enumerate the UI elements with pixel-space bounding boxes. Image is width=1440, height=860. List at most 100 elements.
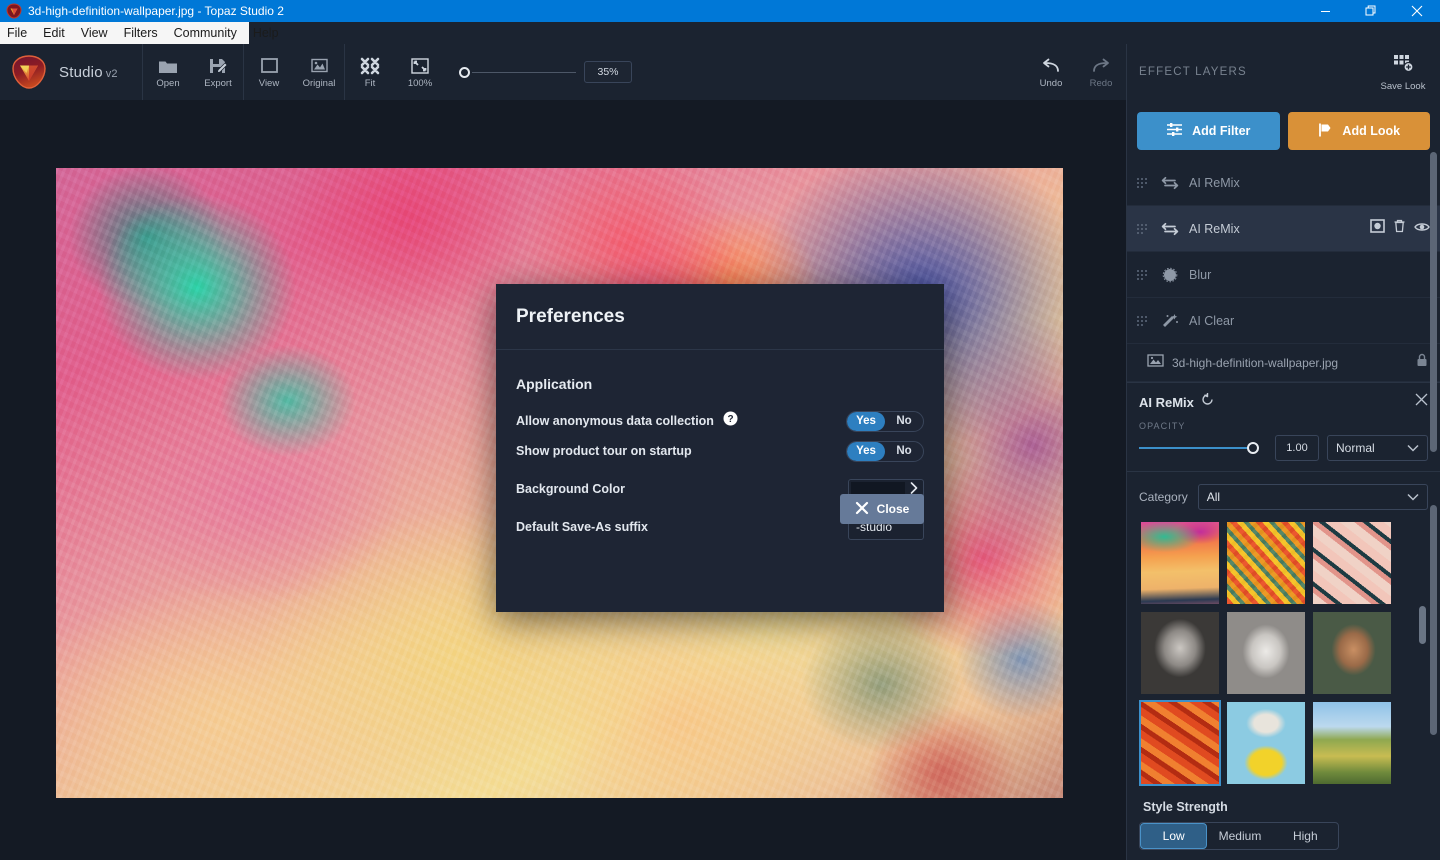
style-strength-high[interactable]: High xyxy=(1273,823,1338,849)
brand-version: v2 xyxy=(105,67,118,80)
undo-button[interactable]: Undo xyxy=(1026,44,1076,100)
style-thumbnail-art xyxy=(1141,702,1219,784)
style-thumbnail[interactable] xyxy=(1139,520,1221,606)
effect-close-icon[interactable] xyxy=(1415,393,1428,411)
help-icon[interactable]: ? xyxy=(723,411,738,431)
toggle-yes[interactable]: Yes xyxy=(847,411,885,431)
style-thumbnail[interactable] xyxy=(1225,520,1307,606)
add-look-button[interactable]: Add Look xyxy=(1287,112,1430,150)
drag-handle-icon[interactable] xyxy=(1137,269,1149,280)
ai-clear-icon xyxy=(1157,313,1183,329)
style-strength-medium[interactable]: Medium xyxy=(1207,823,1272,849)
panel-scrollbar-thumb[interactable] xyxy=(1430,505,1437,735)
category-value: All xyxy=(1206,490,1221,504)
zoom-value[interactable]: 35% xyxy=(584,61,632,83)
drag-handle-icon[interactable] xyxy=(1137,223,1149,234)
pref-label: Allow anonymous data collection xyxy=(516,414,714,428)
layer-row[interactable]: AI ReMix xyxy=(1127,160,1440,206)
blend-mode-select[interactable]: Normal xyxy=(1327,435,1428,461)
main-toolbar: Studio v2 Open Export View Original Fit … xyxy=(0,44,1440,100)
toolbar-right: Undo Redo EFFECT LAYERS Save Look xyxy=(1026,44,1440,100)
toggle-yes[interactable]: Yes xyxy=(847,441,885,461)
view-tools-group: View Original xyxy=(244,44,344,100)
eye-icon[interactable] xyxy=(1414,220,1430,238)
layers-scrollbar-thumb[interactable] xyxy=(1430,152,1437,452)
style-thumbnail[interactable] xyxy=(1311,520,1393,606)
style-thumbnail-art xyxy=(1227,522,1305,604)
style-thumbnail-art xyxy=(1227,702,1305,784)
fit-label: Fit xyxy=(364,78,376,89)
zoom-slider-group[interactable]: 35% xyxy=(445,44,632,100)
style-thumbnail-selected[interactable] xyxy=(1139,700,1221,786)
save-look-button[interactable]: Save Look xyxy=(1376,53,1430,92)
layer-name: Blur xyxy=(1189,267,1212,282)
drag-handle-icon[interactable] xyxy=(1137,177,1149,188)
fit-button[interactable]: Fit xyxy=(345,44,395,100)
opacity-label: OPACITY xyxy=(1139,421,1186,431)
view-button[interactable]: View xyxy=(244,44,294,100)
view-label: View xyxy=(258,78,280,89)
style-thumbnail[interactable] xyxy=(1311,610,1393,696)
opacity-row: 1.00 Normal xyxy=(1127,435,1440,471)
actual-size-button[interactable]: 100% xyxy=(395,44,445,100)
title-bar: 3d-high-definition-wallpaper.jpg - Topaz… xyxy=(0,0,1440,22)
reset-icon[interactable] xyxy=(1201,393,1214,411)
export-button[interactable]: Export xyxy=(193,44,243,100)
thumbnails-scrollbar-thumb[interactable] xyxy=(1419,606,1426,644)
style-strength-low[interactable]: Low xyxy=(1140,823,1208,849)
blend-mode-value: Normal xyxy=(1336,441,1375,455)
category-select[interactable]: All xyxy=(1197,484,1428,510)
minimize-icon[interactable] xyxy=(1302,0,1348,22)
dialog-footer: Close xyxy=(496,494,944,524)
export-label: Export xyxy=(204,78,232,89)
close-icon[interactable] xyxy=(1394,0,1440,22)
toggle-no[interactable]: No xyxy=(885,412,923,431)
drag-handle-icon[interactable] xyxy=(1137,315,1149,326)
original-button[interactable]: Original xyxy=(294,44,344,100)
style-thumbnail[interactable] xyxy=(1139,610,1221,696)
open-button[interactable]: Open xyxy=(143,44,193,100)
anonymous-data-toggle[interactable]: Yes No xyxy=(846,410,924,432)
look-icon xyxy=(1317,122,1333,141)
product-tour-toggle[interactable]: Yes No xyxy=(846,440,924,462)
style-thumbnail-art xyxy=(1141,522,1219,604)
trash-icon[interactable] xyxy=(1393,219,1406,238)
layer-row[interactable]: Blur xyxy=(1127,252,1440,298)
toggle-no[interactable]: No xyxy=(885,442,923,461)
redo-button[interactable]: Redo xyxy=(1076,44,1126,100)
undo-label: Undo xyxy=(1039,78,1063,89)
pref-row-anonymous-data: Allow anonymous data collection ? Yes No xyxy=(516,406,924,436)
menu-item-community[interactable]: Community xyxy=(166,22,245,44)
app-logo-icon xyxy=(6,3,22,19)
add-filter-button[interactable]: Add Filter xyxy=(1137,112,1280,150)
close-button[interactable]: Close xyxy=(840,494,924,524)
style-thumbnail[interactable] xyxy=(1225,700,1307,786)
menu-item-file[interactable]: File xyxy=(0,22,35,44)
effect-header: AI ReMix xyxy=(1127,383,1440,413)
mask-icon[interactable] xyxy=(1370,219,1385,238)
opacity-value[interactable]: 1.00 xyxy=(1275,435,1319,461)
opacity-slider-knob[interactable] xyxy=(1247,442,1259,454)
effect-layers-panel: Add Filter Add Look AI ReMix AI ReMix Bl… xyxy=(1126,100,1440,860)
style-thumbnail[interactable] xyxy=(1311,700,1393,786)
zoom-slider-knob[interactable] xyxy=(459,66,470,78)
style-thumbnail-art xyxy=(1313,522,1391,604)
layer-row[interactable]: AI Clear xyxy=(1127,298,1440,344)
menu-item-edit[interactable]: Edit xyxy=(35,22,73,44)
preferences-dialog: Preferences Application Allow anonymous … xyxy=(496,284,944,612)
zoom-slider-track[interactable] xyxy=(472,71,576,73)
base-image-layer[interactable]: 3d-high-definition-wallpaper.jpg xyxy=(1127,344,1440,382)
restore-icon[interactable] xyxy=(1348,0,1394,22)
remix-icon xyxy=(1157,222,1183,236)
style-strength-label: Style Strength xyxy=(1143,800,1228,814)
layer-row[interactable]: AI ReMix xyxy=(1127,206,1440,252)
close-button-label: Close xyxy=(876,502,910,516)
add-filter-label: Add Filter xyxy=(1192,124,1251,138)
menu-item-view[interactable]: View xyxy=(73,22,116,44)
menu-item-help[interactable]: Help xyxy=(245,22,287,44)
menu-item-filters[interactable]: Filters xyxy=(116,22,166,44)
opacity-slider[interactable] xyxy=(1139,441,1267,455)
folder-icon xyxy=(158,55,178,75)
lock-icon[interactable] xyxy=(1416,353,1428,372)
style-thumbnail[interactable] xyxy=(1225,610,1307,696)
